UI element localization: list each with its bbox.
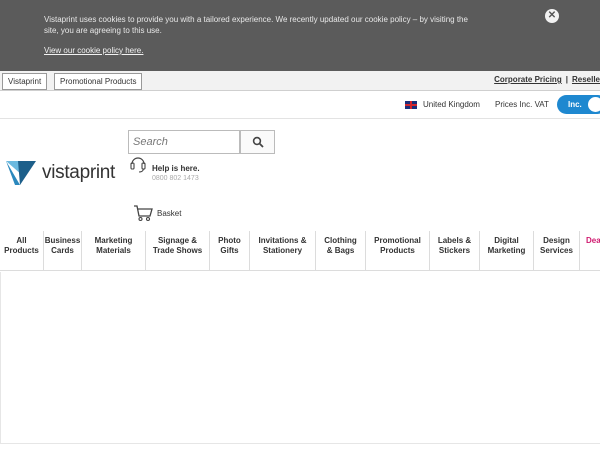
country-selector[interactable]: United Kingdom	[423, 100, 480, 109]
nav-label-line2: Trade Shows	[152, 246, 203, 255]
nav-marketing-materials[interactable]: Marketing Materials	[82, 231, 146, 271]
close-icon[interactable]: ✕	[545, 9, 559, 23]
nav-business-cards[interactable]: Business Cards	[44, 231, 82, 271]
basket-label[interactable]: Basket	[157, 209, 181, 218]
nav-labels-stickers[interactable]: Labels & Stickers	[430, 231, 480, 271]
main-content-area	[0, 272, 600, 444]
nav-clothing-bags[interactable]: Clothing & Bags	[316, 231, 366, 271]
nav-label-line2: Products	[4, 246, 39, 255]
nav-label-line2: Cards	[51, 246, 74, 255]
nav-label-line1: Dea	[586, 236, 600, 245]
nav-label-line2: Services	[540, 246, 573, 255]
nav-label-line1: All	[16, 236, 27, 245]
cookie-policy-link[interactable]: View our cookie policy here.	[44, 45, 143, 56]
vat-toggle[interactable]: Inc.	[557, 95, 600, 114]
corporate-pricing-link[interactable]: Corporate Pricing	[494, 75, 562, 84]
link-separator: |	[565, 75, 568, 84]
search-input[interactable]: Search	[128, 130, 240, 154]
nav-photo-gifts[interactable]: Photo Gifts	[210, 231, 250, 271]
vat-toggle-label: Inc.	[568, 100, 582, 109]
nav-label-line1: Photo	[218, 236, 241, 245]
logo-wordmark: vistaprint	[42, 162, 116, 183]
nav-label-line2: Stickers	[438, 246, 471, 255]
nav-signage-trade-shows[interactable]: Signage & Trade Shows	[146, 231, 210, 271]
search-icon	[252, 136, 264, 148]
cookie-message: Vistaprint uses cookies to provide you w…	[44, 15, 468, 35]
uk-flag-icon[interactable]	[405, 101, 417, 109]
nav-label-line2: Gifts	[220, 246, 239, 255]
nav-label-line2: Stationery	[262, 246, 303, 255]
nav-label-line2: Marketing	[487, 246, 526, 255]
nav-label-line1: Invitations &	[258, 236, 307, 245]
nav-label-line2: Products	[380, 246, 415, 255]
logo-mark-icon	[6, 161, 36, 185]
site-switcher-bar: Vistaprint Promotional Products Corporat…	[0, 71, 600, 91]
search-button[interactable]	[240, 130, 275, 154]
help-phone: 0800 802 1473	[152, 175, 199, 182]
basket-icon[interactable]	[133, 204, 153, 222]
nav-digital-marketing[interactable]: Digital Marketing	[480, 231, 534, 271]
locale-bar: United Kingdom Prices Inc. VAT Inc.	[0, 91, 600, 119]
nav-all-products[interactable]: All Products	[0, 231, 44, 271]
nav-invitations-stationery[interactable]: Invitations & Stationery	[250, 231, 316, 271]
cookie-banner: Vistaprint uses cookies to provide you w…	[0, 0, 600, 71]
top-links: Corporate Pricing | Reselle	[494, 75, 600, 84]
reseller-link[interactable]: Reselle	[572, 75, 600, 84]
nav-label-line2: Materials	[96, 246, 131, 255]
nav-label-line1: Labels &	[437, 236, 472, 245]
nav-label-line2: & Bags	[326, 246, 355, 255]
nav-design-services[interactable]: Design Services	[534, 231, 580, 271]
vistaprint-logo[interactable]: vistaprint	[6, 159, 131, 187]
help-title[interactable]: Help is here.	[152, 164, 200, 173]
nav-label-line1: Signage &	[157, 236, 198, 245]
tab-promotional-products[interactable]: Promotional Products	[54, 73, 143, 90]
nav-label-line1: Design	[543, 236, 570, 245]
nav-label-line1: Promotional	[374, 236, 421, 245]
nav-promotional-products[interactable]: Promotional Products	[366, 231, 430, 271]
nav-deals[interactable]: Dea	[586, 231, 600, 271]
nav-label-line1: Marketing	[94, 236, 133, 245]
nav-label-line1: Clothing	[324, 236, 357, 245]
main-navigation: All Products Business Cards Marketing Mater…	[0, 231, 600, 271]
headset-icon	[130, 157, 146, 173]
tab-vistaprint[interactable]: Vistaprint	[2, 73, 48, 90]
nav-label-line1: Business	[44, 236, 81, 245]
prices-vat-label: Prices Inc. VAT	[495, 100, 549, 109]
nav-label-line1: Digital	[494, 236, 519, 245]
toggle-knob	[588, 97, 600, 112]
